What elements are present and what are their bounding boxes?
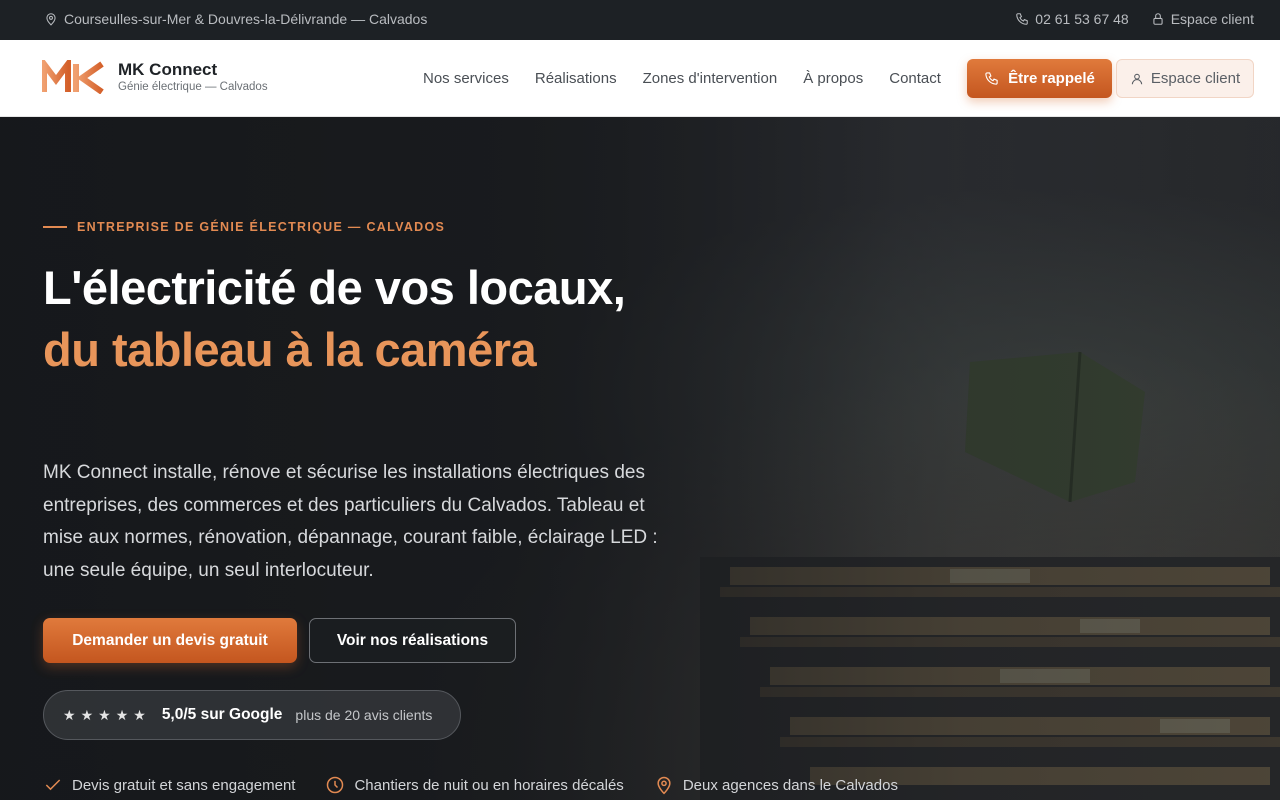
nav-item-services[interactable]: Nos services	[423, 70, 509, 87]
nav-item-realisations[interactable]: Réalisations	[535, 70, 617, 87]
phone-number: 02 61 53 67 48	[1035, 11, 1129, 27]
feature-label: Deux agences dans le Calvados	[682, 776, 898, 794]
nav-item-zones[interactable]: Zones d'intervention	[643, 70, 778, 87]
hero-description: MK Connect installe, rénove et sécurise …	[43, 462, 658, 581]
location-pin-icon	[46, 13, 56, 26]
client-space-label: Espace client	[1170, 11, 1254, 27]
feature-label: Chantiers de nuit ou en horaires décalés	[354, 776, 624, 794]
rating-stars: ★ ★ ★ ★ ★	[63, 707, 146, 724]
feature-night-work: Chantiers de nuit ou en horaires décalés	[325, 775, 624, 795]
hero-title-accent: du tableau à la caméra	[43, 323, 537, 376]
callback-button-label: Être rappelé	[1008, 70, 1095, 87]
star-icon: ★	[98, 706, 111, 723]
client-space-button[interactable]: Espace client	[1116, 59, 1254, 98]
phone-icon	[1016, 13, 1029, 25]
rating-count: plus de 20 avis clients	[295, 707, 433, 723]
google-rating-badge[interactable]: ★ ★ ★ ★ ★ 5,0/5 sur Google plus de 20 av…	[43, 690, 461, 740]
topbar-client-space-link[interactable]: Espace client	[1151, 11, 1254, 27]
check-icon	[45, 779, 61, 791]
eyebrow-dash	[43, 226, 67, 228]
request-quote-button[interactable]: Demander un devis gratuit	[43, 618, 297, 663]
main-nav: Nos services Réalisations Zones d'interv…	[423, 70, 941, 87]
hero-section: ENTREPRISE DE GÉNIE ÉLECTRIQUE — CALVADO…	[0, 117, 1280, 800]
location-pin-icon	[657, 776, 671, 795]
topbar-phone-link[interactable]: 02 61 53 67 48	[1015, 11, 1129, 27]
feature-free-quote: Devis gratuit et sans engagement	[43, 775, 295, 795]
phone-icon	[985, 72, 998, 85]
brand-logo-link[interactable]: MK Connect Génie électrique — Calvados	[42, 60, 268, 94]
main-header: MK Connect Génie électrique — Calvados N…	[0, 40, 1280, 117]
mk-logo-icon	[42, 60, 104, 94]
hero-eyebrow-text: ENTREPRISE DE GÉNIE ÉLECTRIQUE — CALVADO…	[77, 220, 446, 234]
hero-features: Devis gratuit et sans engagement Chantie…	[43, 775, 898, 795]
user-icon	[1131, 73, 1143, 84]
hero-title-main: L'électricité de vos locaux,	[43, 261, 626, 314]
clock-icon	[327, 776, 344, 794]
lock-icon	[1153, 13, 1163, 25]
brand-name: MK Connect	[118, 60, 218, 79]
client-space-button-label: Espace client	[1150, 70, 1241, 87]
hero-eyebrow: ENTREPRISE DE GÉNIE ÉLECTRIQUE — CALVADO…	[43, 220, 445, 234]
rating-score: 5,0/5 sur Google	[161, 706, 283, 723]
view-projects-button[interactable]: Voir nos réalisations	[309, 618, 516, 663]
location-text: Courseulles-sur-Mer & Douvres-la-Délivra…	[64, 11, 428, 27]
nav-item-contact[interactable]: Contact	[889, 70, 941, 87]
top-info-bar: Courseulles-sur-Mer & Douvres-la-Délivra…	[0, 0, 1280, 40]
nav-item-about[interactable]: À propos	[803, 70, 863, 87]
star-icon: ★	[115, 706, 129, 723]
feature-agencies: Deux agences dans le Calvados	[654, 775, 898, 795]
location-info: Courseulles-sur-Mer & Douvres-la-Délivra…	[44, 11, 427, 27]
star-icon: ★	[133, 706, 146, 723]
hero-title: L'électricité de vos locaux, du tableau …	[43, 257, 663, 381]
callback-button[interactable]: Être rappelé	[967, 59, 1112, 98]
star-icon: ★	[80, 706, 94, 723]
brand-subtitle: Génie électrique — Calvados	[118, 81, 268, 93]
star-icon: ★	[63, 706, 76, 723]
feature-label: Devis gratuit et sans engagement	[72, 776, 296, 794]
